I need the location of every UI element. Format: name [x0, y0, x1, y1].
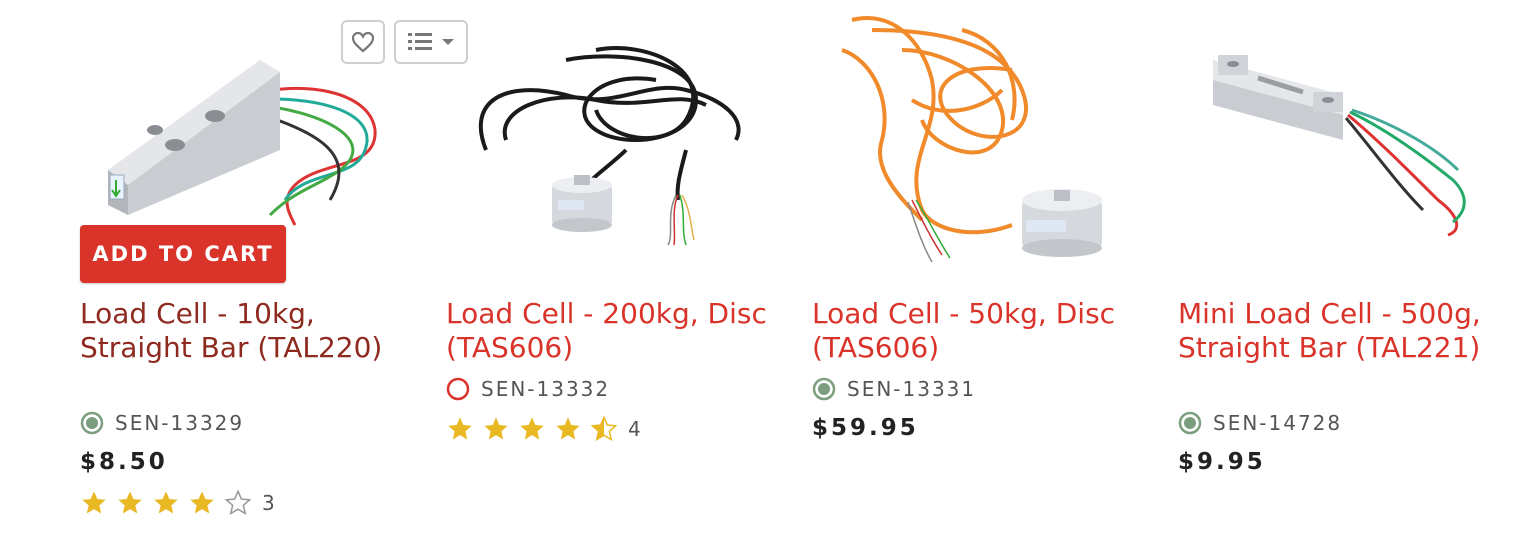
review-count[interactable]: 3	[262, 491, 275, 515]
star-empty-icon	[224, 489, 252, 517]
product-price: $59.95	[812, 415, 919, 441]
in-stock-icon	[80, 411, 104, 435]
star-half-icon	[590, 415, 618, 443]
product-title[interactable]: Mini Load Cell - 500g, Straight Bar (TAL…	[1178, 297, 1508, 365]
heart-icon	[351, 31, 375, 53]
product-card: Load Cell - 200kg, Disc (TAS606) SEN-133…	[446, 0, 776, 542]
product-sku: SEN-13329	[115, 411, 245, 435]
review-count[interactable]: 4	[628, 417, 641, 441]
out-of-stock-icon	[446, 377, 470, 401]
wishlist-button[interactable]	[341, 20, 385, 64]
star-full-icon	[482, 415, 510, 443]
sku-row: SEN-13329	[80, 411, 244, 435]
product-image[interactable]	[812, 0, 1142, 290]
product-card: ADD TO CART Load Cell - 10kg, Straight B…	[80, 0, 468, 542]
product-price: $8.50	[80, 449, 168, 475]
star-full-icon	[554, 415, 582, 443]
star-full-icon	[188, 489, 216, 517]
product-image[interactable]	[1178, 0, 1508, 290]
list-icon	[408, 33, 432, 50]
product-sku: SEN-13331	[847, 377, 977, 401]
star-full-icon	[518, 415, 546, 443]
sku-row: SEN-14728	[1178, 411, 1342, 435]
product-title[interactable]: Load Cell - 10kg, Straight Bar (TAL220)	[80, 297, 410, 365]
star-full-icon	[446, 415, 474, 443]
star-full-icon	[80, 489, 108, 517]
product-card: Load Cell - 50kg, Disc (TAS606) SEN-1333…	[812, 0, 1142, 542]
product-price: $9.95	[1178, 449, 1266, 475]
in-stock-icon	[812, 377, 836, 401]
product-sku: SEN-14728	[1213, 411, 1343, 435]
sku-row: SEN-13332	[446, 377, 610, 401]
product-title[interactable]: Load Cell - 50kg, Disc (TAS606)	[812, 297, 1142, 365]
star-full-icon	[152, 489, 180, 517]
rating: 4	[446, 414, 641, 444]
in-stock-icon	[1178, 411, 1202, 435]
product-image[interactable]	[446, 0, 776, 290]
product-title[interactable]: Load Cell - 200kg, Disc (TAS606)	[446, 297, 776, 365]
sku-row: SEN-13331	[812, 377, 976, 401]
star-full-icon	[116, 489, 144, 517]
add-to-cart-button[interactable]: ADD TO CART	[80, 225, 286, 283]
product-card: Mini Load Cell - 500g, Straight Bar (TAL…	[1178, 0, 1508, 542]
rating: 3	[80, 488, 275, 518]
product-sku: SEN-13332	[481, 377, 611, 401]
